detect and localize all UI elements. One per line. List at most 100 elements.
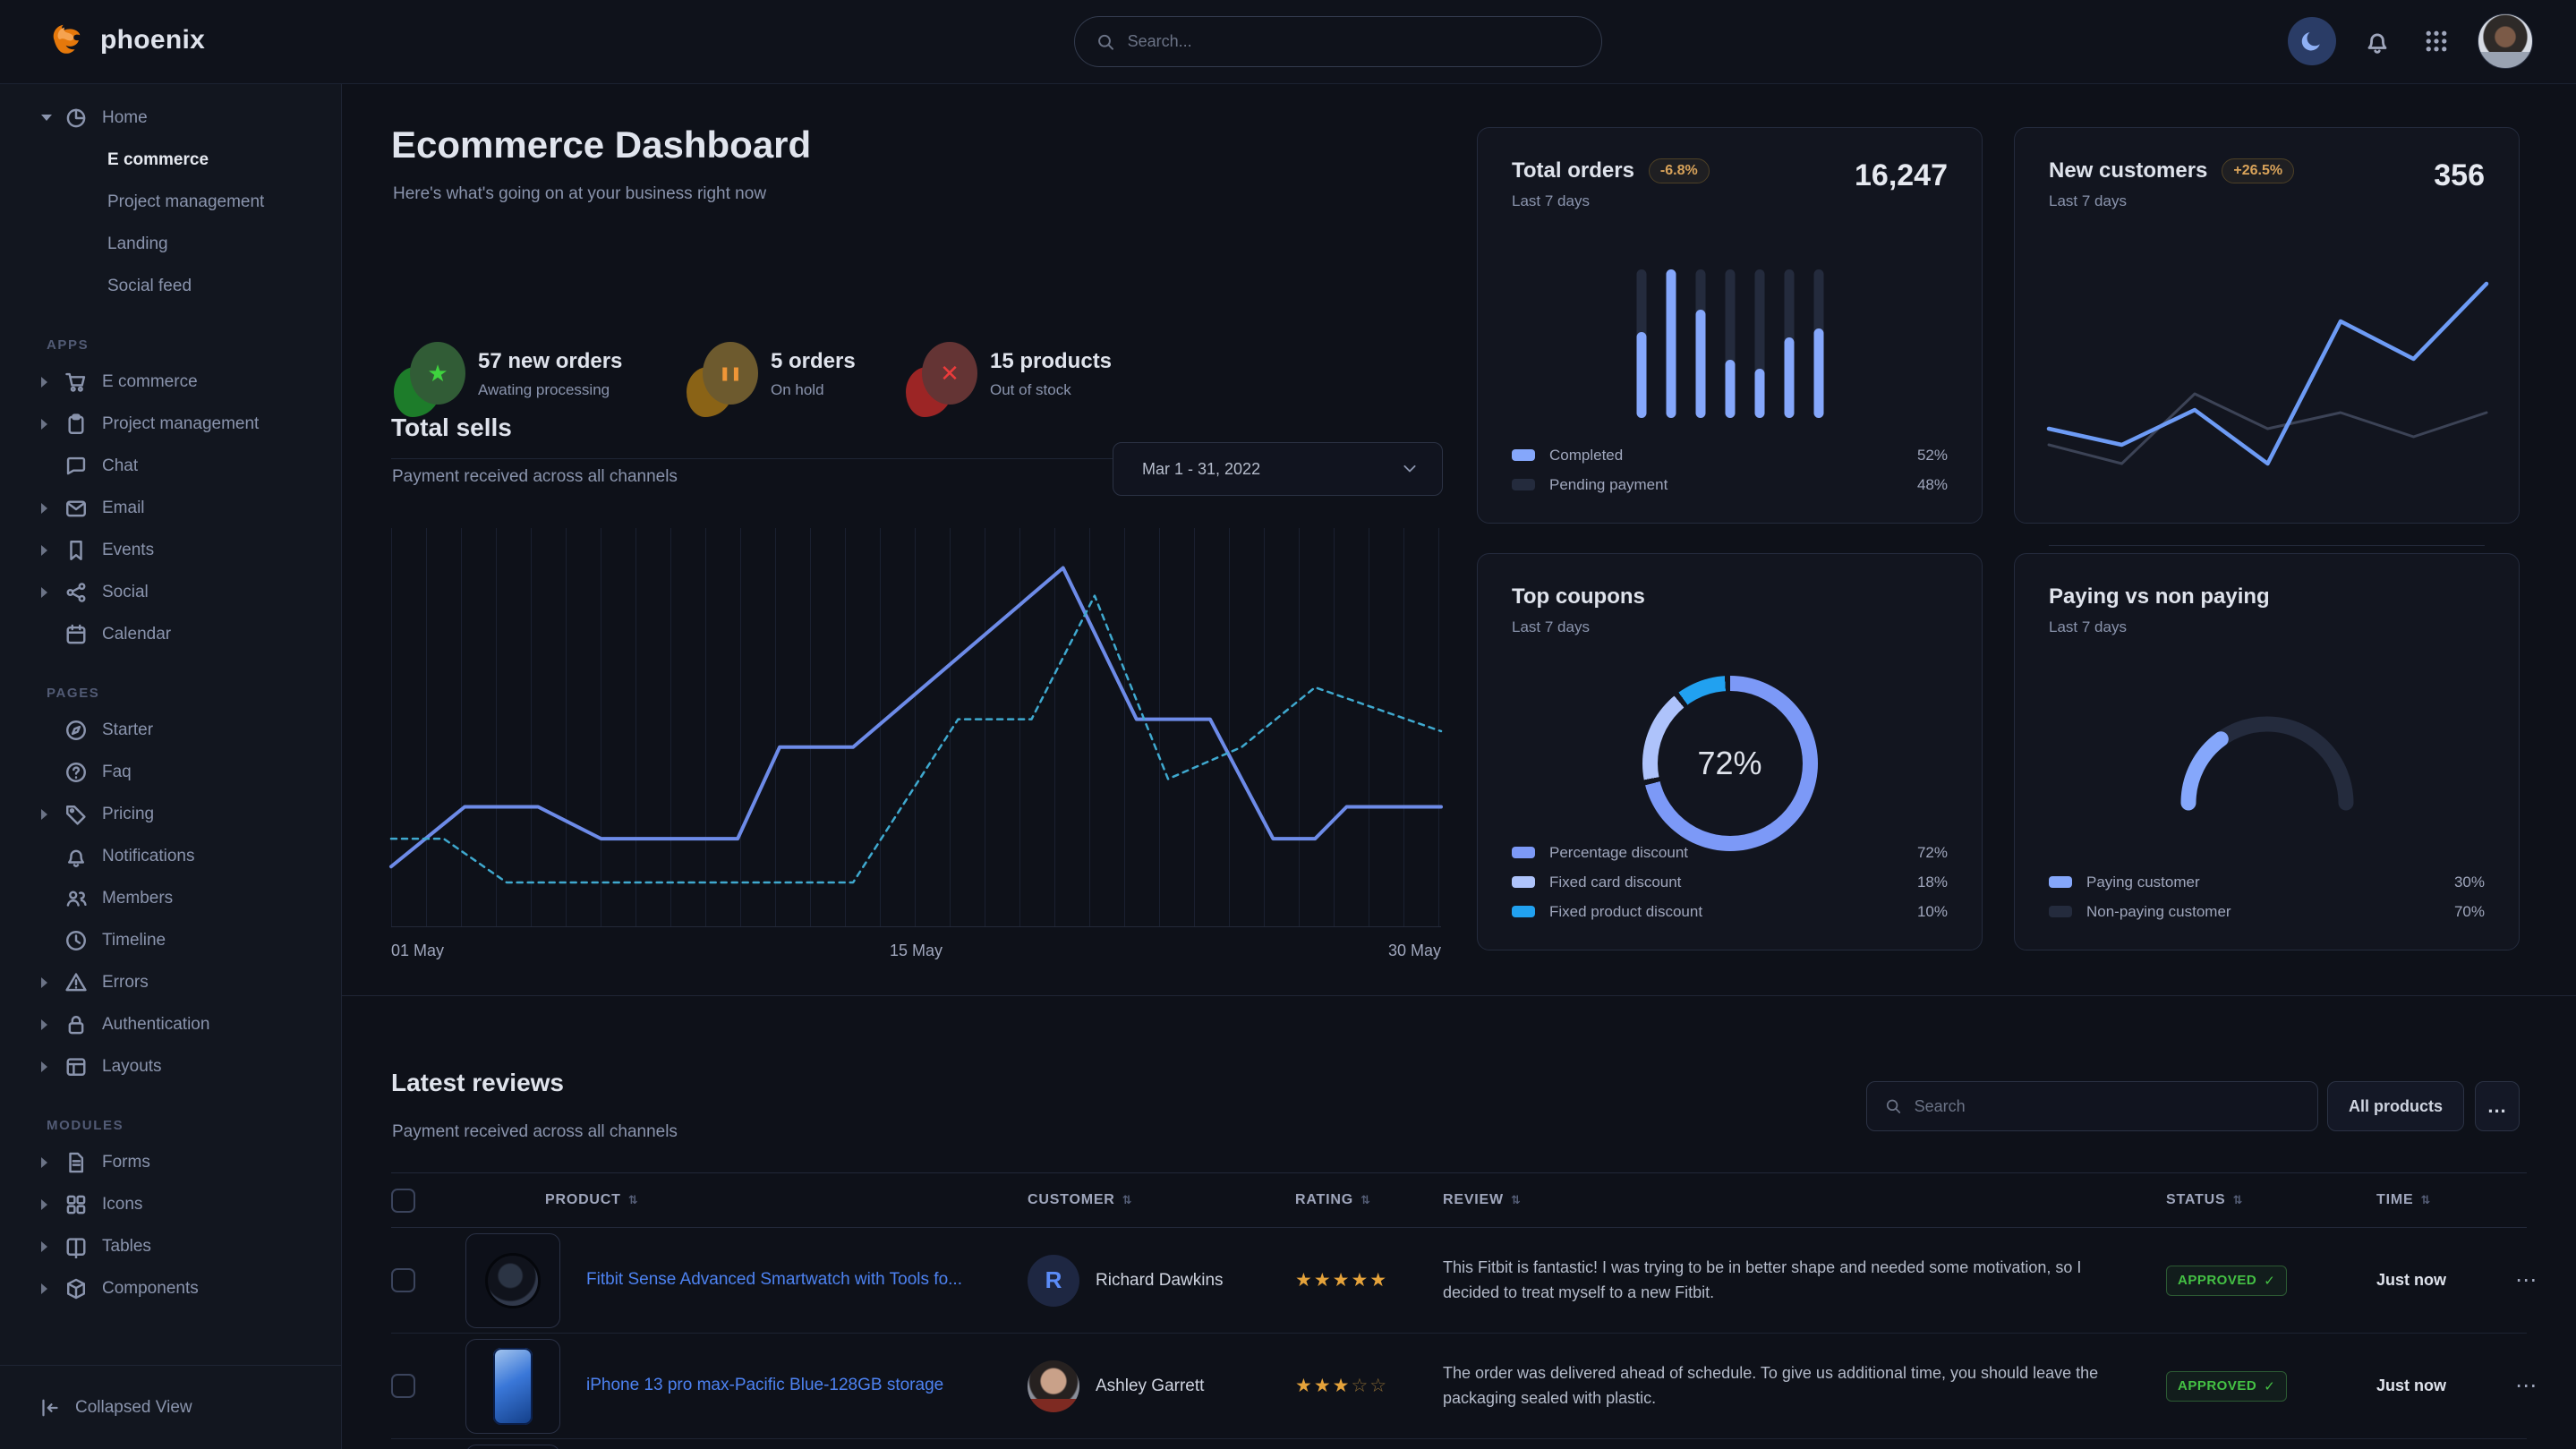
sort-icon[interactable]: ⇅	[628, 1193, 639, 1207]
select-all-checkbox[interactable]	[391, 1189, 415, 1213]
sidebar-item-project-management[interactable]: Project management	[0, 181, 341, 223]
order-bar-track	[1695, 269, 1705, 418]
row-menu-button[interactable]: ⋯	[2515, 1373, 2537, 1399]
stat-subtitle: On hold	[771, 381, 856, 399]
sidebar-item-authentication[interactable]: Authentication	[0, 1003, 341, 1045]
sidebar-item-tables[interactable]: Tables	[0, 1225, 341, 1267]
sidebar-item-starter[interactable]: Starter	[0, 709, 341, 751]
total-sells-x-axis: 01 May15 May30 May	[391, 942, 1441, 960]
apps-grid-button[interactable]	[2418, 23, 2454, 59]
check-icon: ✓	[2264, 1378, 2275, 1394]
sort-icon[interactable]: ⇅	[2420, 1193, 2431, 1207]
sort-icon[interactable]: ⇅	[2232, 1193, 2243, 1207]
sidebar-item-e-commerce[interactable]: E commerce	[0, 361, 341, 403]
all-products-button[interactable]: All products	[2327, 1081, 2464, 1131]
total-sells-chart	[391, 528, 1441, 927]
date-range-select[interactable]: Mar 1 - 31, 2022	[1113, 442, 1443, 496]
sidebar-section-label: MODULES	[0, 1109, 341, 1141]
legend-label: Non-paying customer	[2086, 903, 2231, 921]
theme-toggle-button[interactable]	[2288, 17, 2336, 65]
reviews-search-input[interactable]	[1915, 1097, 2299, 1116]
sidebar-item-label: Faq	[102, 763, 132, 782]
chat-icon	[64, 455, 88, 478]
reviews-search[interactable]	[1866, 1081, 2318, 1131]
bell-icon	[64, 845, 88, 868]
sidebar-item-chat[interactable]: Chat	[0, 445, 341, 487]
gauge-fill	[2188, 739, 2221, 803]
sidebar-item-social[interactable]: Social	[0, 571, 341, 613]
status-badge: APPROVED ✓	[2166, 1371, 2287, 1402]
global-search-input[interactable]	[1128, 32, 1580, 51]
sidebar-item-pricing[interactable]: Pricing	[0, 793, 341, 835]
sidebar-item-label: Project management	[102, 414, 259, 434]
sidebar-item-timeline[interactable]: Timeline	[0, 919, 341, 961]
stat-circle-shape: ✕	[922, 342, 977, 405]
sort-icon[interactable]: ⇅	[1511, 1193, 1522, 1207]
notifications-button[interactable]	[2359, 23, 2395, 59]
customer-name: Ashley Garrett	[1096, 1377, 1204, 1396]
warning-icon	[64, 971, 88, 994]
caret-right-icon	[41, 419, 47, 430]
trend-badge: +26.5%	[2222, 158, 2294, 183]
sidebar-item-landing[interactable]: Landing	[0, 223, 341, 265]
product-link[interactable]: iPhone 13 pro max-Pacific Blue-128GB sto…	[586, 1376, 965, 1394]
legend-label: Completed	[1549, 447, 1623, 465]
product-link[interactable]: Fitbit Sense Advanced Smartwatch with To…	[586, 1270, 984, 1289]
sidebar-item-calendar[interactable]: Calendar	[0, 613, 341, 655]
collapsed-view-toggle[interactable]: Collapsed View	[0, 1365, 341, 1449]
legend-row: Fixed card discount18%	[1512, 867, 1948, 897]
table-row[interactable]	[391, 1439, 2527, 1449]
latest-reviews-title: Latest reviews	[391, 1069, 564, 1097]
donut-center-value: 72%	[1642, 676, 1818, 851]
stat-title: 15 products	[990, 349, 1112, 374]
sidebar-item-faq[interactable]: Faq	[0, 751, 341, 793]
global-search[interactable]	[1074, 16, 1602, 67]
column-header-customer: CUSTOMER⇅	[1028, 1192, 1295, 1208]
order-bar-fill	[1725, 360, 1735, 418]
card-title: Top coupons	[1512, 584, 1948, 609]
stat-circle-shape: ★	[410, 342, 465, 405]
sidebar-item-errors[interactable]: Errors	[0, 961, 341, 1003]
sidebar-item-project-management[interactable]: Project management	[0, 403, 341, 445]
customer-cell: Ashley Garrett	[1028, 1360, 1295, 1412]
sidebar-item-label: Social	[102, 583, 149, 602]
select-all-cell	[391, 1189, 465, 1213]
user-avatar[interactable]	[2478, 13, 2533, 69]
row-checkbox[interactable]	[391, 1268, 415, 1292]
sidebar-item-notifications[interactable]: Notifications	[0, 835, 341, 877]
sidebar-item-label: Components	[102, 1279, 199, 1299]
caret-right-icon	[41, 545, 47, 556]
people-icon	[64, 887, 88, 910]
legend-row: Percentage discount72%	[1512, 838, 1948, 867]
reviews-menu-button[interactable]: ...	[2475, 1081, 2520, 1131]
sidebar-item-layouts[interactable]: Layouts	[0, 1045, 341, 1087]
sidebar-item-icons[interactable]: Icons	[0, 1183, 341, 1225]
caret-right-icon	[41, 809, 47, 820]
brand[interactable]: phoenix	[47, 20, 205, 61]
sidebar-item-label: Pricing	[102, 805, 154, 824]
row-menu-button[interactable]: ⋯	[2515, 1267, 2537, 1293]
sidebar-item-label: Chat	[102, 456, 138, 476]
sidebar-item-components[interactable]: Components	[0, 1267, 341, 1309]
sidebar-item-e-commerce[interactable]: E commerce	[0, 139, 341, 181]
column-header-time: TIME⇅	[2376, 1192, 2515, 1208]
sort-icon[interactable]: ⇅	[1361, 1193, 1371, 1207]
column-header-status: STATUS⇅	[2166, 1192, 2376, 1208]
product-thumbnail	[465, 1445, 560, 1449]
sort-icon[interactable]: ⇅	[1122, 1193, 1133, 1207]
product-cell: Fitbit Sense Advanced Smartwatch with To…	[586, 1268, 1028, 1292]
table-row[interactable]: Fitbit Sense Advanced Smartwatch with To…	[391, 1228, 2527, 1334]
sidebar-item-forms[interactable]: Forms	[0, 1141, 341, 1183]
paying-gauge-chart	[2163, 697, 2371, 818]
card-title: New customers	[2049, 158, 2207, 183]
legend-value: 30%	[2454, 874, 2485, 891]
sidebar-item-email[interactable]: Email	[0, 487, 341, 529]
sidebar-item-social-feed[interactable]: Social feed	[0, 265, 341, 307]
sidebar-item-home[interactable]: Home	[0, 97, 341, 139]
stat-icon: ✕	[906, 342, 981, 417]
sidebar-item-members[interactable]: Members	[0, 877, 341, 919]
sidebar-item-events[interactable]: Events	[0, 529, 341, 571]
row-checkbox[interactable]	[391, 1374, 415, 1398]
cart-icon	[64, 371, 88, 394]
table-row[interactable]: iPhone 13 pro max-Pacific Blue-128GB sto…	[391, 1334, 2527, 1439]
